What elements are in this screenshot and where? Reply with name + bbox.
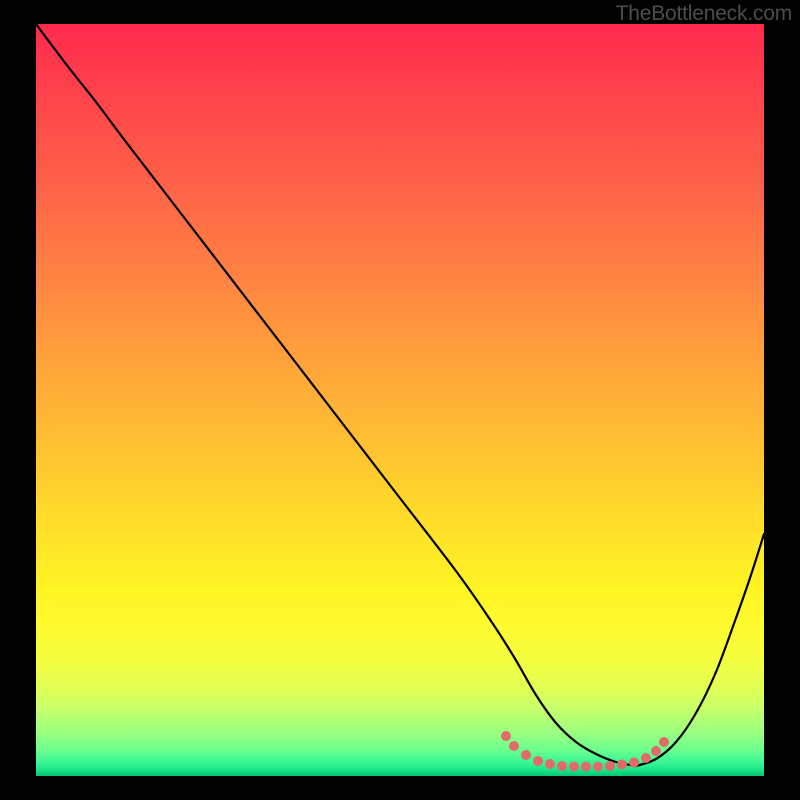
marker-dot-icon [533, 756, 543, 766]
curve-right-branch [636, 534, 764, 766]
chart-frame: TheBottleneck.com [0, 0, 800, 800]
marker-dot-icon [629, 758, 639, 768]
curve-left-branch [36, 24, 636, 766]
marker-dot-icon [581, 762, 591, 772]
marker-dot-icon [501, 731, 511, 741]
chart-svg [36, 24, 764, 776]
marker-dot-icon [605, 761, 615, 771]
marker-dot-icon [521, 750, 531, 760]
marker-dot-icon [651, 746, 661, 756]
marker-dot-icon [593, 762, 603, 772]
marker-dot-icon [557, 761, 567, 771]
marker-dot-icon [641, 753, 651, 763]
marker-dot-icon [509, 741, 519, 751]
plot-area [36, 24, 764, 776]
marker-dot-icon [617, 760, 627, 770]
marker-dot-icon [545, 759, 555, 769]
marker-dot-icon [659, 737, 669, 747]
watermark-text: TheBottleneck.com [616, 2, 792, 26]
trough-markers [501, 731, 669, 772]
marker-dot-icon [569, 762, 579, 772]
